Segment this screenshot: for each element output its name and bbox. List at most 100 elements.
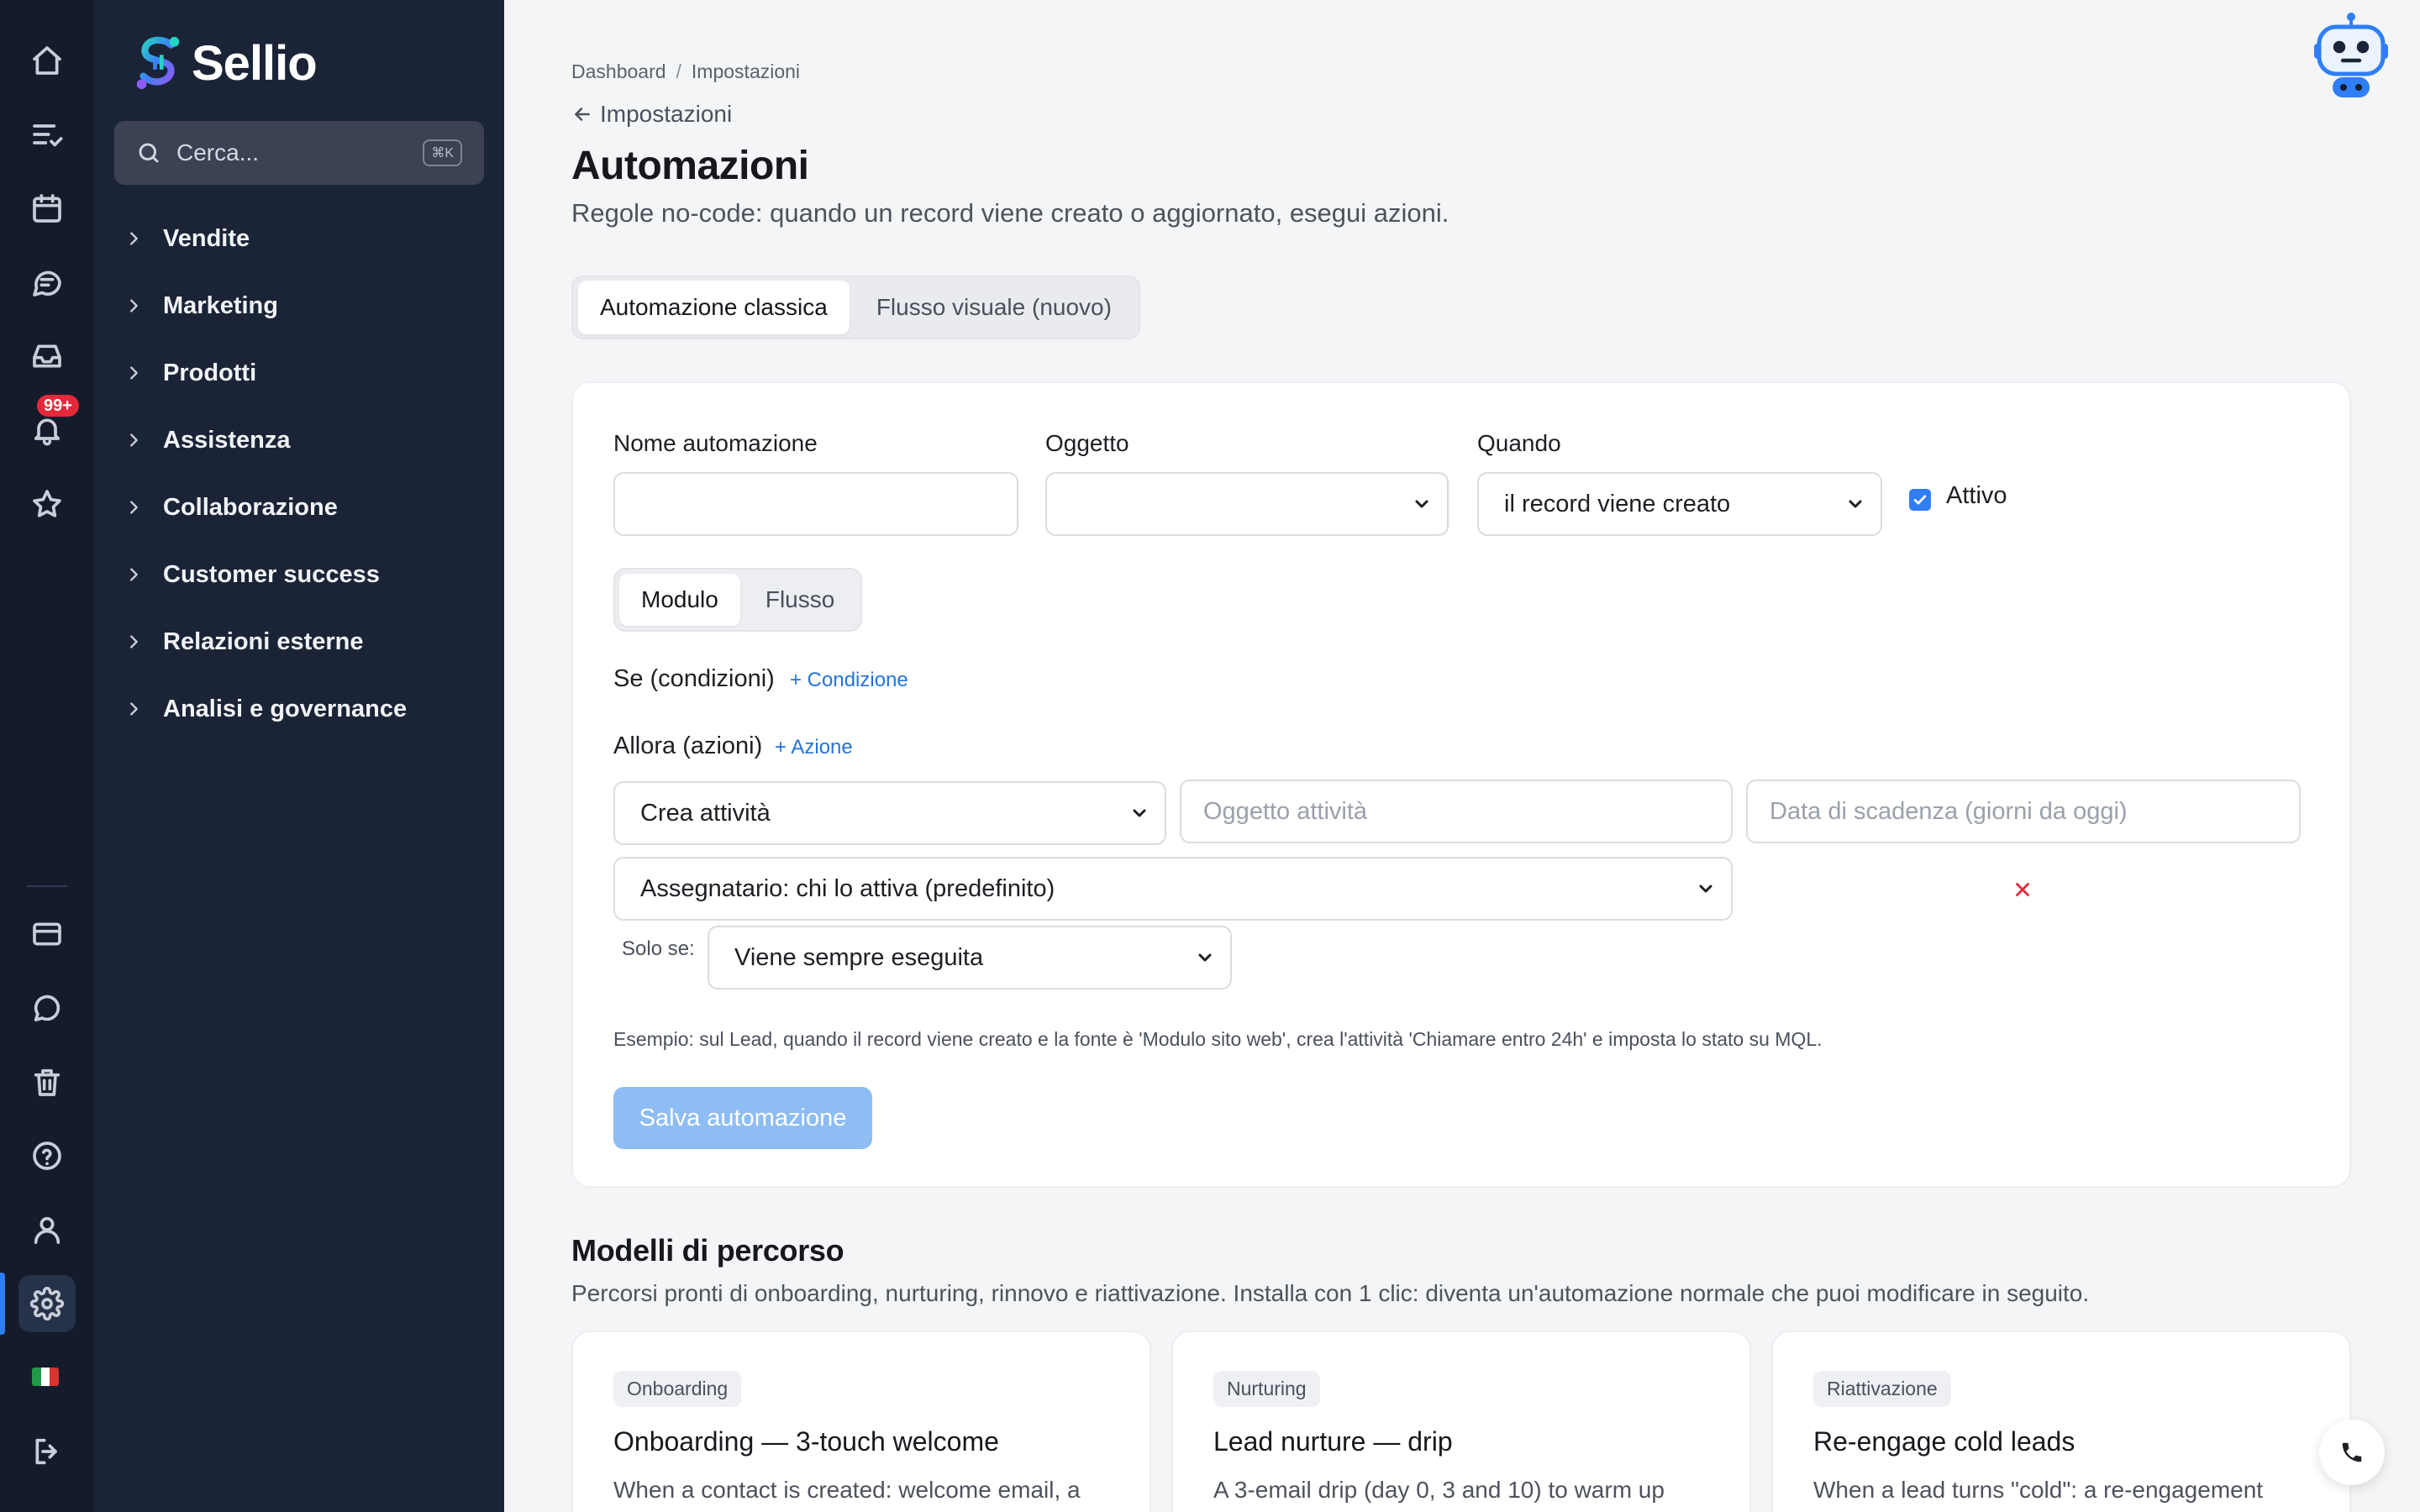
name-input[interactable]: [613, 472, 1018, 536]
settings-icon[interactable]: [18, 1275, 76, 1332]
chevron-down-icon: [1699, 885, 1712, 893]
check-icon: [1913, 495, 1927, 505]
nav-item-label: Vendite: [163, 224, 250, 252]
task-subject-placeholder: Oggetto attività: [1203, 797, 1368, 825]
chat-icon[interactable]: [18, 254, 76, 311]
template-tag: Onboarding: [613, 1371, 742, 1407]
add-condition-link[interactable]: + Condizione: [790, 669, 908, 692]
chevron-right-icon: [130, 366, 138, 380]
tab-flusso-visuale[interactable]: Flusso visuale (nuovo): [855, 281, 1134, 334]
nav-item-collaborazione[interactable]: Collaborazione: [124, 474, 407, 541]
logo-mark-icon: [136, 36, 180, 90]
search-input[interactable]: Cerca... ⌘K: [114, 121, 484, 185]
nav-item-prodotti[interactable]: Prodotti: [124, 339, 407, 407]
actions-label: Allora (azioni): [613, 732, 763, 759]
task-subject-input[interactable]: Oggetto attività: [1180, 780, 1733, 843]
logo-text: Sellio: [192, 35, 318, 91]
active-checkbox[interactable]: [1909, 489, 1931, 511]
mode-toggle: Modulo Flusso: [613, 568, 863, 632]
nav-list: Vendite Marketing Prodotti Assistenza Co…: [124, 205, 407, 743]
only-if-label: Solo se:: [622, 937, 695, 960]
chevron-right-icon: [130, 635, 138, 648]
when-value: il record viene creato: [1504, 490, 1731, 517]
action-type-select[interactable]: Crea attività: [613, 781, 1166, 845]
remove-action-button[interactable]: [2012, 879, 2033, 900]
object-select[interactable]: [1045, 472, 1449, 536]
search-shortcut: ⌘K: [423, 139, 462, 166]
automation-tabs: Automazione classica Flusso visuale (nuo…: [571, 276, 1140, 339]
breadcrumb-dashboard[interactable]: Dashboard: [571, 60, 666, 82]
assignee-select[interactable]: Assegnatario: chi lo attiva (predefinito…: [613, 857, 1733, 921]
message-icon[interactable]: [18, 979, 76, 1037]
tab-automazione-classica[interactable]: Automazione classica: [578, 281, 850, 334]
chevron-down-icon: [1133, 809, 1146, 817]
notification-badge: 99+: [37, 395, 79, 417]
object-label: Oggetto: [1045, 430, 1129, 456]
nav-item-relazioni-esterne[interactable]: Relazioni esterne: [124, 608, 407, 675]
user-icon[interactable]: [18, 1201, 76, 1258]
billing-icon[interactable]: [18, 906, 76, 963]
template-tag: Riattivazione: [1813, 1371, 1951, 1407]
nav-panel: Sellio Cerca... ⌘K Vendite Marketing Pro…: [94, 0, 504, 1512]
nav-item-label: Customer success: [163, 560, 380, 588]
nav-item-label: Assistenza: [163, 426, 291, 454]
nav-item-customer-success[interactable]: Customer success: [124, 541, 407, 608]
template-title: Onboarding — 3-touch welcome: [613, 1426, 999, 1457]
close-icon: [2016, 883, 2029, 896]
action-type-value: Crea attività: [640, 799, 771, 827]
phone-button[interactable]: [2319, 1420, 2385, 1485]
logout-icon[interactable]: [18, 1423, 76, 1480]
nav-item-vendite[interactable]: Vendite: [124, 205, 407, 272]
when-select[interactable]: il record viene creato: [1477, 472, 1882, 536]
assistant-bot-icon[interactable]: [2312, 10, 2390, 104]
chevron-right-icon: [130, 299, 138, 312]
name-label: Nome automazione: [613, 430, 818, 456]
save-automation-button[interactable]: Salva automazione: [613, 1087, 872, 1149]
template-card[interactable]: Onboarding Onboarding — 3-touch welcome …: [571, 1331, 1151, 1512]
back-link-label: Impostazioni: [600, 101, 733, 127]
inbox-icon[interactable]: [18, 328, 76, 385]
template-card[interactable]: Riattivazione Re-engage cold leads When …: [1771, 1331, 2351, 1512]
chevron-down-icon: [1198, 953, 1212, 962]
chevron-right-icon: [130, 232, 138, 245]
only-if-value: Viene sempre eseguita: [734, 943, 984, 971]
tab-flusso[interactable]: Flusso: [744, 574, 856, 626]
icon-rail: 99+: [0, 0, 94, 1512]
nav-item-marketing[interactable]: Marketing: [124, 272, 407, 339]
star-icon[interactable]: [18, 475, 76, 533]
template-desc: When a contact is created: welcome email…: [613, 1477, 1081, 1503]
chevron-down-icon: [1849, 500, 1862, 508]
add-action-link[interactable]: + Azione: [775, 736, 853, 759]
template-desc: A 3-email drip (day 0, 3 and 10) to warm…: [1213, 1477, 1665, 1503]
page-subtitle: Regole no-code: quando un record viene c…: [571, 198, 1449, 228]
only-if-select[interactable]: Viene sempre eseguita: [708, 926, 1232, 990]
logo[interactable]: Sellio: [131, 34, 318, 92]
breadcrumb-impostazioni[interactable]: Impostazioni: [692, 60, 800, 82]
active-label: Attivo: [1946, 482, 2007, 509]
due-date-input[interactable]: Data di scadenza (giorni da oggi): [1746, 780, 2301, 843]
nav-item-assistenza[interactable]: Assistenza: [124, 407, 407, 474]
flag-icon[interactable]: [32, 1368, 59, 1386]
example-text: Esempio: sul Lead, quando il record vien…: [613, 1028, 1823, 1050]
template-title: Lead nurture — drip: [1213, 1426, 1453, 1457]
automation-form-card: Nome automazione Oggetto Quando il recor…: [571, 381, 2351, 1188]
chevron-right-icon: [130, 433, 138, 447]
trash-icon[interactable]: [18, 1053, 76, 1110]
chevron-down-icon: [1415, 500, 1428, 508]
template-card[interactable]: Nurturing Lead nurture — drip A 3-email …: [1171, 1331, 1751, 1512]
search-placeholder: Cerca...: [176, 139, 260, 165]
home-icon[interactable]: [18, 32, 76, 89]
help-icon[interactable]: [18, 1127, 76, 1184]
nav-item-analisi-governance[interactable]: Analisi e governance: [124, 675, 407, 743]
chevron-right-icon: [130, 702, 138, 716]
template-title: Re-engage cold leads: [1813, 1426, 2075, 1457]
tasks-icon[interactable]: [18, 106, 76, 163]
nav-item-label: Relazioni esterne: [163, 627, 364, 655]
calendar-icon[interactable]: [18, 180, 76, 237]
conditions-label: Se (condizioni): [613, 665, 775, 692]
back-link[interactable]: Impostazioni: [571, 101, 732, 128]
when-label: Quando: [1477, 430, 1561, 456]
page-title: Automazioni: [571, 144, 809, 188]
tab-modulo[interactable]: Modulo: [619, 574, 740, 626]
main-content: Dashboard / Impostazioni Impostazioni Auto…: [504, 0, 2420, 1512]
